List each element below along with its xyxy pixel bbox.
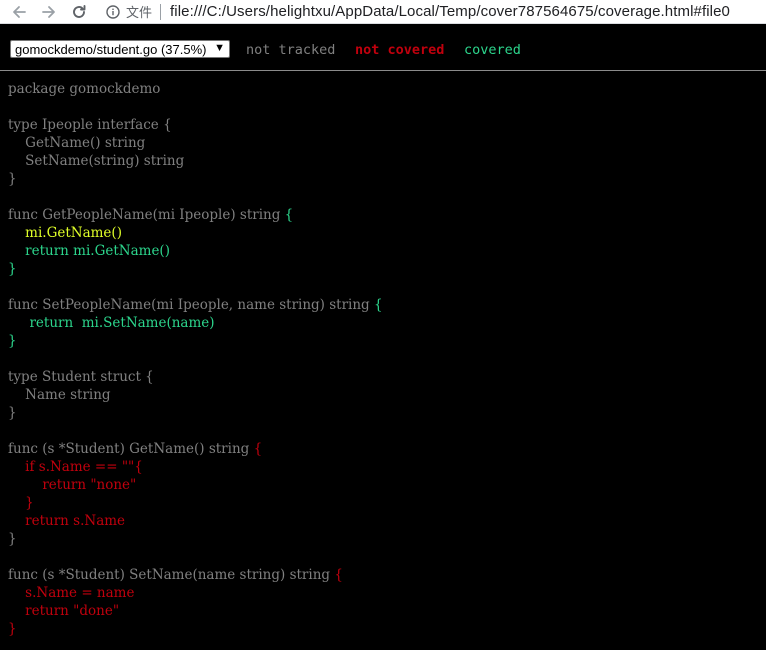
- code-line: GetName() string: [8, 134, 383, 152]
- legend-not-tracked: not tracked: [246, 42, 336, 58]
- code-segment: type Ipeople interface {: [8, 117, 172, 133]
- code-line: type Student struct {: [8, 368, 383, 386]
- code-line: }: [8, 260, 383, 278]
- code-line: return mi.GetName(): [8, 242, 383, 260]
- code-segment: }: [8, 621, 17, 637]
- code-segment: return s.Name: [8, 513, 126, 529]
- code-line: mi.GetName(): [8, 224, 383, 242]
- dropdown-arrow-icon: ▼: [214, 42, 225, 54]
- forward-arrow-icon[interactable]: [36, 1, 62, 23]
- code-segment: func GetPeopleName(mi Ipeople) string: [8, 207, 285, 223]
- code-segment: package gomockdemo: [8, 81, 161, 97]
- code-line: package gomockdemo: [8, 80, 383, 98]
- legend-not-covered: not covered: [355, 42, 445, 58]
- code-line: }: [8, 530, 383, 548]
- code-line: s.Name = name: [8, 584, 383, 602]
- code-line: return s.Name: [8, 512, 383, 530]
- code-segment: func SetPeopleName(mi Ipeople, name stri…: [8, 297, 374, 313]
- reload-icon[interactable]: [66, 1, 92, 23]
- code-segment: {: [253, 441, 263, 457]
- code-segment: }: [8, 495, 34, 511]
- code-line: func (s *Student) GetName() string {: [8, 440, 383, 458]
- code-segment: {: [284, 207, 294, 223]
- url-text[interactable]: file:///C:/Users/helightxu/AppData/Local…: [170, 3, 730, 20]
- code-segment: SetName(string) string: [8, 153, 185, 169]
- code-segment: s.Name = name: [8, 585, 135, 601]
- code-segment: {: [334, 567, 343, 583]
- file-select[interactable]: gomockdemo/student.go (37.5%) ▼: [10, 40, 230, 58]
- address-bar[interactable]: 文件 file:///C:/Users/helightxu/AppData/Lo…: [106, 1, 766, 23]
- code-line: }: [8, 620, 383, 638]
- file-select-value: gomockdemo/student.go (37.5%): [15, 41, 207, 57]
- code-line: return mi.SetName(name): [8, 314, 383, 332]
- code-line: func GetPeopleName(mi Ipeople) string {: [8, 206, 383, 224]
- legend-covered: covered: [464, 42, 521, 58]
- code-segment: }: [8, 171, 17, 187]
- code-segment: return mi.SetName(name): [8, 315, 215, 331]
- code-segment: mi.GetName(): [8, 225, 122, 241]
- address-divider: [160, 3, 162, 20]
- code-segment: }: [8, 405, 17, 421]
- code-segment: }: [8, 261, 17, 277]
- code-segment: }: [8, 531, 17, 547]
- code-segment: }: [8, 333, 17, 349]
- code-line: }: [8, 404, 383, 422]
- code-segment: GetName() string: [8, 135, 146, 151]
- code-segment: return "done": [8, 603, 120, 619]
- code-line: func SetPeopleName(mi Ipeople, name stri…: [8, 296, 383, 314]
- code-segment: return "none": [8, 477, 137, 493]
- browser-toolbar: 文件 file:///C:/Users/helightxu/AppData/Lo…: [0, 0, 766, 24]
- code-line: }: [8, 332, 383, 350]
- code-line: return "none": [8, 476, 383, 494]
- code-segment: Name string: [8, 387, 111, 403]
- back-arrow-icon[interactable]: [6, 1, 32, 23]
- info-icon[interactable]: [106, 4, 120, 19]
- code-line: Name string: [8, 386, 383, 404]
- source-code: package gomockdemo type Ipeople interface…: [8, 80, 383, 638]
- coverage-topbar: gomockdemo/student.go (37.5%) ▼ not trac…: [0, 29, 766, 71]
- code-segment: func (s *Student) SetName(name string) s…: [8, 567, 335, 583]
- code-segment: {: [374, 297, 383, 313]
- code-segment: type Student struct {: [8, 369, 154, 385]
- code-line: return "done": [8, 602, 383, 620]
- code-segment: func (s *Student) GetName() string: [8, 441, 254, 457]
- code-segment: return mi.GetName(): [8, 243, 170, 259]
- code-segment: if s.Name == ""{: [8, 459, 143, 475]
- code-line: SetName(string) string: [8, 152, 383, 170]
- code-line: type Ipeople interface {: [8, 116, 383, 134]
- scheme-label: 文件: [126, 6, 153, 21]
- code-line: }: [8, 494, 383, 512]
- code-line: if s.Name == ""{: [8, 458, 383, 476]
- code-line: func (s *Student) SetName(name string) s…: [8, 566, 383, 584]
- code-line: }: [8, 170, 383, 188]
